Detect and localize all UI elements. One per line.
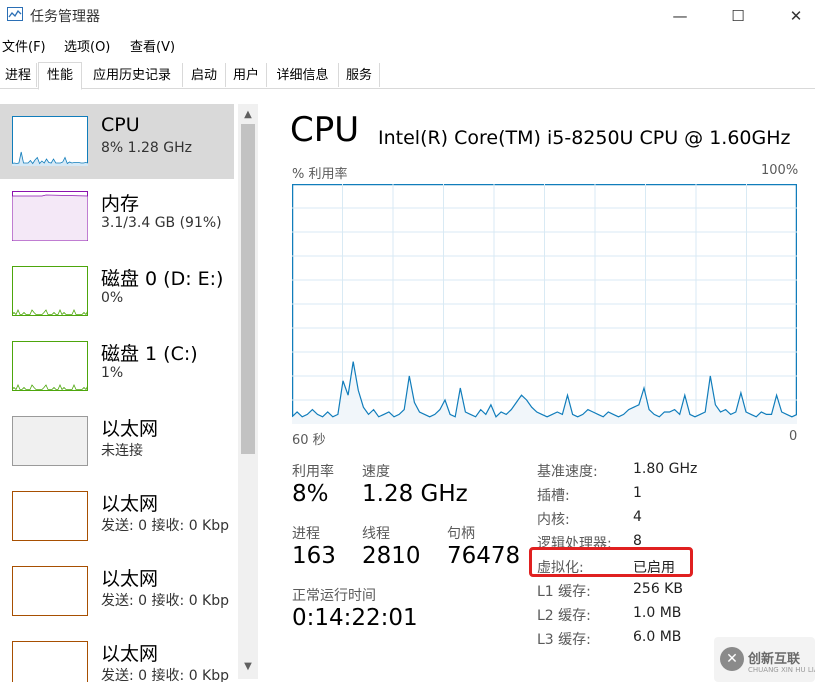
sidebar-item-memory[interactable]: 内存 3.1/3.4 GB (91%) <box>0 179 234 254</box>
detail-l2-cache-label: L2 缓存: <box>537 608 591 624</box>
stat-threads-label: 线程 <box>362 526 390 542</box>
minimize-button[interactable]: — <box>657 0 703 32</box>
page-title: CPU <box>290 110 360 150</box>
sidebar-item-ethernet-2[interactable]: 以太网 发送: 0 接收: 0 Kbp <box>0 479 234 554</box>
sidebar-item-ethernet-1[interactable]: 以太网 未连接 <box>0 404 234 479</box>
tab-app-history[interactable]: 应用历史记录 <box>82 63 183 87</box>
menu-file[interactable]: 文件(F) <box>2 36 46 55</box>
tab-processes[interactable]: 进程 <box>0 63 37 87</box>
tab-startup[interactable]: 启动 <box>183 63 226 87</box>
ethernet-thumbnail-graph <box>12 491 88 541</box>
graph-axis-right: 0 <box>789 429 798 444</box>
cpu-thumbnail-graph <box>12 116 88 166</box>
stat-processes-label: 进程 <box>292 526 320 542</box>
close-button[interactable]: ✕ <box>773 0 815 32</box>
cpu-model-name: Intel(R) Core(TM) i5-8250U CPU @ 1.60GHz <box>378 127 791 149</box>
graph-axis-left: 60 秒 <box>292 433 326 448</box>
ethernet-thumbnail-graph <box>12 566 88 616</box>
detail-l1-cache-value: 256 KB <box>633 581 683 597</box>
scroll-up-arrow-icon[interactable]: ▲ <box>241 108 255 122</box>
sidebar-item-ethernet-4[interactable]: 以太网 发送: 0 接收: 0 Kbp <box>0 629 234 682</box>
thumbnail-frame <box>12 416 88 466</box>
stat-processes-value: 163 <box>292 543 336 569</box>
stat-handles-value: 76478 <box>447 543 521 569</box>
thumbnail-frame <box>12 566 88 616</box>
sidebar-item-subtitle: 8% 1.28 GHz <box>101 140 193 156</box>
stat-threads-value: 2810 <box>362 543 421 569</box>
task-manager-icon <box>7 7 23 21</box>
watermark-logo-icon: ✕ <box>720 647 744 671</box>
thumbnail-frame <box>12 491 88 541</box>
sidebar-item-disk-0[interactable]: 磁盘 0 (D: E:) 0% <box>0 254 234 329</box>
tab-performance[interactable]: 性能 <box>38 62 82 90</box>
menu-bar: 文件(F) 选项(O) 查看(V) <box>0 36 815 56</box>
thumbnail-frame <box>12 341 88 391</box>
stat-speed-value: 1.28 GHz <box>362 481 468 507</box>
disk1-thumbnail-graph <box>12 341 88 391</box>
sidebar-item-title: 以太网 <box>101 568 159 590</box>
menu-view[interactable]: 查看(V) <box>130 36 175 55</box>
sidebar-item-subtitle: 发送: 0 接收: 0 Kbp <box>101 593 230 609</box>
graph-label-right: 100% <box>761 163 799 178</box>
scroll-down-arrow-icon[interactable]: ▼ <box>241 660 255 674</box>
graph-label-left: % 利用率 <box>292 167 348 182</box>
sidebar-item-subtitle: 发送: 0 接收: 0 Kbp <box>101 518 230 534</box>
detail-base-speed-value: 1.80 GHz <box>633 461 698 477</box>
memory-thumbnail-graph <box>12 191 88 241</box>
sidebar-item-title: 以太网 <box>101 643 159 665</box>
stat-speed-label: 速度 <box>362 464 390 480</box>
watermark-subtext: CHUANG XIN HU LIAN <box>748 666 815 674</box>
cpu-usage-graph <box>292 184 797 424</box>
detail-cores-label: 内核: <box>537 512 570 528</box>
maximize-button[interactable]: ☐ <box>715 0 761 32</box>
ethernet-thumbnail-graph <box>12 641 88 682</box>
watermark-logo: ✕ 创新互联 CHUANG XIN HU LIAN <box>714 637 815 682</box>
sidebar-item-subtitle: 3.1/3.4 GB (91%) <box>101 215 222 231</box>
ethernet-thumbnail-graph <box>12 416 88 466</box>
detail-l3-cache-label: L3 缓存: <box>537 632 591 648</box>
stat-uptime-value: 0:14:22:01 <box>292 605 418 631</box>
window-title: 任务管理器 <box>30 9 100 25</box>
sidebar-item-cpu[interactable]: CPU 8% 1.28 GHz <box>0 104 234 179</box>
resource-sidebar: CPU 8% 1.28 GHz 内存 3.1/3.4 GB (91%) 磁盘 0… <box>0 104 238 682</box>
detail-l2-cache-value: 1.0 MB <box>633 605 682 621</box>
stat-utilization-value: 8% <box>292 481 329 507</box>
detail-l3-cache-value: 6.0 MB <box>633 629 682 645</box>
sidebar-item-ethernet-3[interactable]: 以太网 发送: 0 接收: 0 Kbp <box>0 554 234 629</box>
thumbnail-area <box>12 196 88 241</box>
sidebar-item-subtitle: 发送: 0 接收: 0 Kbp <box>101 668 230 682</box>
title-bar: 任务管理器 — ☐ ✕ <box>0 0 815 32</box>
sidebar-item-title: 磁盘 0 (D: E:) <box>101 268 224 290</box>
sidebar-scrollbar[interactable]: ▲ ▼ <box>238 104 258 679</box>
stat-handles-label: 句柄 <box>447 526 475 542</box>
detail-cores-value: 4 <box>633 509 642 525</box>
tab-strip: 进程 性能 应用历史记录 启动 用户 详细信息 服务 <box>0 62 815 90</box>
scrollbar-thumb[interactable] <box>241 124 255 454</box>
tab-users[interactable]: 用户 <box>226 63 267 87</box>
thumbnail-frame <box>12 641 88 682</box>
stat-uptime-label: 正常运行时间 <box>292 588 376 604</box>
sidebar-item-title: 以太网 <box>101 493 159 515</box>
sidebar-item-disk-1[interactable]: 磁盘 1 (C:) 1% <box>0 329 234 404</box>
tab-details[interactable]: 详细信息 <box>267 63 339 87</box>
detail-base-speed-label: 基准速度: <box>537 464 598 480</box>
sidebar-item-title: CPU <box>101 114 140 136</box>
sidebar-item-subtitle: 1% <box>101 365 124 381</box>
virtualization-highlight-box <box>529 547 693 577</box>
watermark-text: 创新互联 <box>748 652 801 667</box>
menu-options[interactable]: 选项(O) <box>64 36 110 55</box>
sidebar-item-title: 内存 <box>101 193 140 215</box>
detail-sockets-value: 1 <box>633 485 642 501</box>
stat-utilization-label: 利用率 <box>292 464 334 480</box>
thumbnail-frame <box>12 116 88 166</box>
detail-l1-cache-label: L1 缓存: <box>537 584 591 600</box>
disk0-thumbnail-graph <box>12 266 88 316</box>
sidebar-item-subtitle: 0% <box>101 290 124 306</box>
sidebar-item-title: 以太网 <box>101 418 159 440</box>
tab-services[interactable]: 服务 <box>339 63 380 87</box>
sidebar-item-subtitle: 未连接 <box>101 443 143 459</box>
detail-sockets-label: 插槽: <box>537 488 570 504</box>
thumbnail-frame <box>12 266 88 316</box>
sidebar-item-title: 磁盘 1 (C:) <box>101 343 198 365</box>
